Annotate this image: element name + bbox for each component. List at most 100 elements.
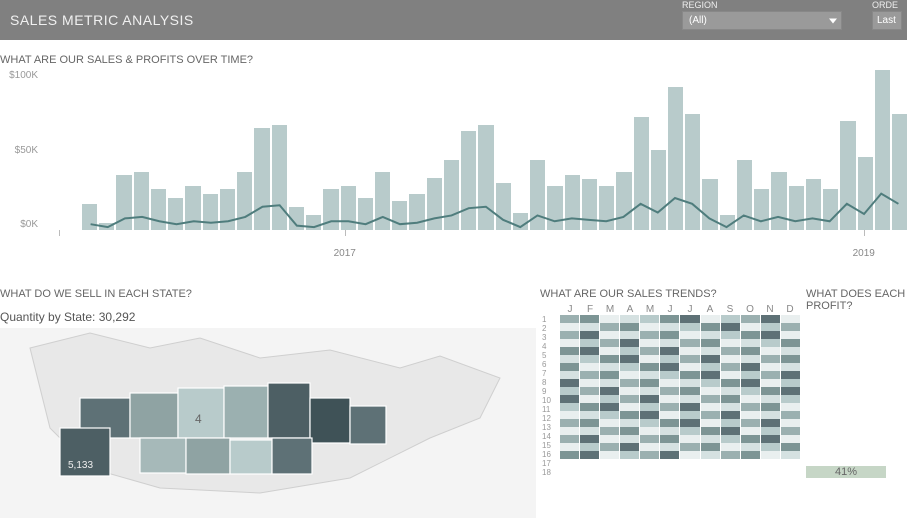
heat-cell[interactable] [580,315,599,323]
heat-cell[interactable] [680,403,699,411]
heat-cell[interactable] [580,403,599,411]
bar[interactable] [168,198,183,230]
heat-cell[interactable] [620,315,639,323]
heat-cell[interactable] [660,379,679,387]
heat-cell[interactable] [680,323,699,331]
bar[interactable] [754,189,769,230]
heat-cell[interactable] [600,331,619,339]
heat-cell[interactable] [660,387,679,395]
heat-cell[interactable] [580,355,599,363]
bar[interactable] [565,175,580,230]
heat-cell[interactable] [600,347,619,355]
heat-cell[interactable] [580,451,599,459]
heat-cell[interactable] [741,323,760,331]
heat-cell[interactable] [600,339,619,347]
heat-cell[interactable] [600,379,619,387]
heat-cell[interactable] [640,435,659,443]
heat-cell[interactable] [781,323,800,331]
bar[interactable] [323,189,338,230]
heat-cell[interactable] [560,339,579,347]
heat-cell[interactable] [620,339,639,347]
heat-cell[interactable] [560,315,579,323]
heat-cell[interactable] [580,323,599,331]
us-map[interactable]: 4 5,133 [0,328,536,518]
heat-cell[interactable] [781,395,800,403]
heat-cell[interactable] [620,363,639,371]
bar[interactable] [392,201,407,230]
heat-cell[interactable] [640,347,659,355]
heat-cell[interactable] [580,411,599,419]
heat-cell[interactable] [640,371,659,379]
profit-stacked-chart[interactable]: 41% [806,318,906,478]
heat-cell[interactable] [761,419,780,427]
heat-cell[interactable] [701,331,720,339]
bar[interactable] [289,207,304,230]
heat-cell[interactable] [620,395,639,403]
bar[interactable] [341,186,356,230]
heat-cell[interactable] [761,339,780,347]
bar[interactable] [358,198,373,230]
heat-cell[interactable] [600,411,619,419]
heat-cell[interactable] [761,371,780,379]
heat-cell[interactable] [560,323,579,331]
heat-cell[interactable] [620,403,639,411]
heat-cell[interactable] [640,451,659,459]
heat-cell[interactable] [640,419,659,427]
heat-cell[interactable] [560,355,579,363]
heat-cell[interactable] [640,427,659,435]
heat-cell[interactable] [721,339,740,347]
heat-cell[interactable] [701,363,720,371]
bar[interactable] [306,215,321,230]
bar[interactable] [530,160,545,230]
order-select[interactable]: Last [872,11,902,30]
heat-cell[interactable] [640,323,659,331]
bar[interactable] [634,117,649,230]
heat-cell[interactable] [701,419,720,427]
heat-cell[interactable] [660,451,679,459]
bar[interactable] [823,189,838,230]
heat-cell[interactable] [761,411,780,419]
heat-cell[interactable] [721,419,740,427]
bar[interactable] [892,114,907,230]
heat-cell[interactable] [721,451,740,459]
heat-cell[interactable] [600,419,619,427]
heat-cell[interactable] [741,331,760,339]
heat-cell[interactable] [680,371,699,379]
heat-cell[interactable] [660,419,679,427]
heat-cell[interactable] [640,395,659,403]
bar[interactable] [858,157,873,230]
heat-cell[interactable] [640,339,659,347]
heat-cell[interactable] [620,443,639,451]
heat-cell[interactable] [640,379,659,387]
heat-cell[interactable] [560,435,579,443]
bar[interactable] [220,189,235,230]
heat-cell[interactable] [761,395,780,403]
heat-cell[interactable] [701,411,720,419]
heat-cell[interactable] [680,419,699,427]
bar[interactable] [513,213,528,230]
heat-cell[interactable] [660,411,679,419]
heat-cell[interactable] [640,403,659,411]
heat-cell[interactable] [741,419,760,427]
heat-cell[interactable] [560,427,579,435]
heat-cell[interactable] [741,435,760,443]
heat-cell[interactable] [701,395,720,403]
heat-cell[interactable] [721,315,740,323]
heat-cell[interactable] [781,315,800,323]
bar[interactable] [651,150,666,230]
heat-cell[interactable] [761,451,780,459]
heat-cell[interactable] [781,347,800,355]
heat-cell[interactable] [620,347,639,355]
bar[interactable] [702,179,717,230]
heat-cell[interactable] [600,371,619,379]
bar[interactable] [99,223,114,230]
heat-cell[interactable] [761,427,780,435]
heat-cell[interactable] [620,419,639,427]
heat-cell[interactable] [701,355,720,363]
heat-cell[interactable] [560,411,579,419]
bar[interactable] [616,172,631,230]
heat-cell[interactable] [620,451,639,459]
heat-cell[interactable] [580,379,599,387]
heat-cell[interactable] [721,379,740,387]
heatmap[interactable]: 123456789101112131415161718 [540,315,800,459]
